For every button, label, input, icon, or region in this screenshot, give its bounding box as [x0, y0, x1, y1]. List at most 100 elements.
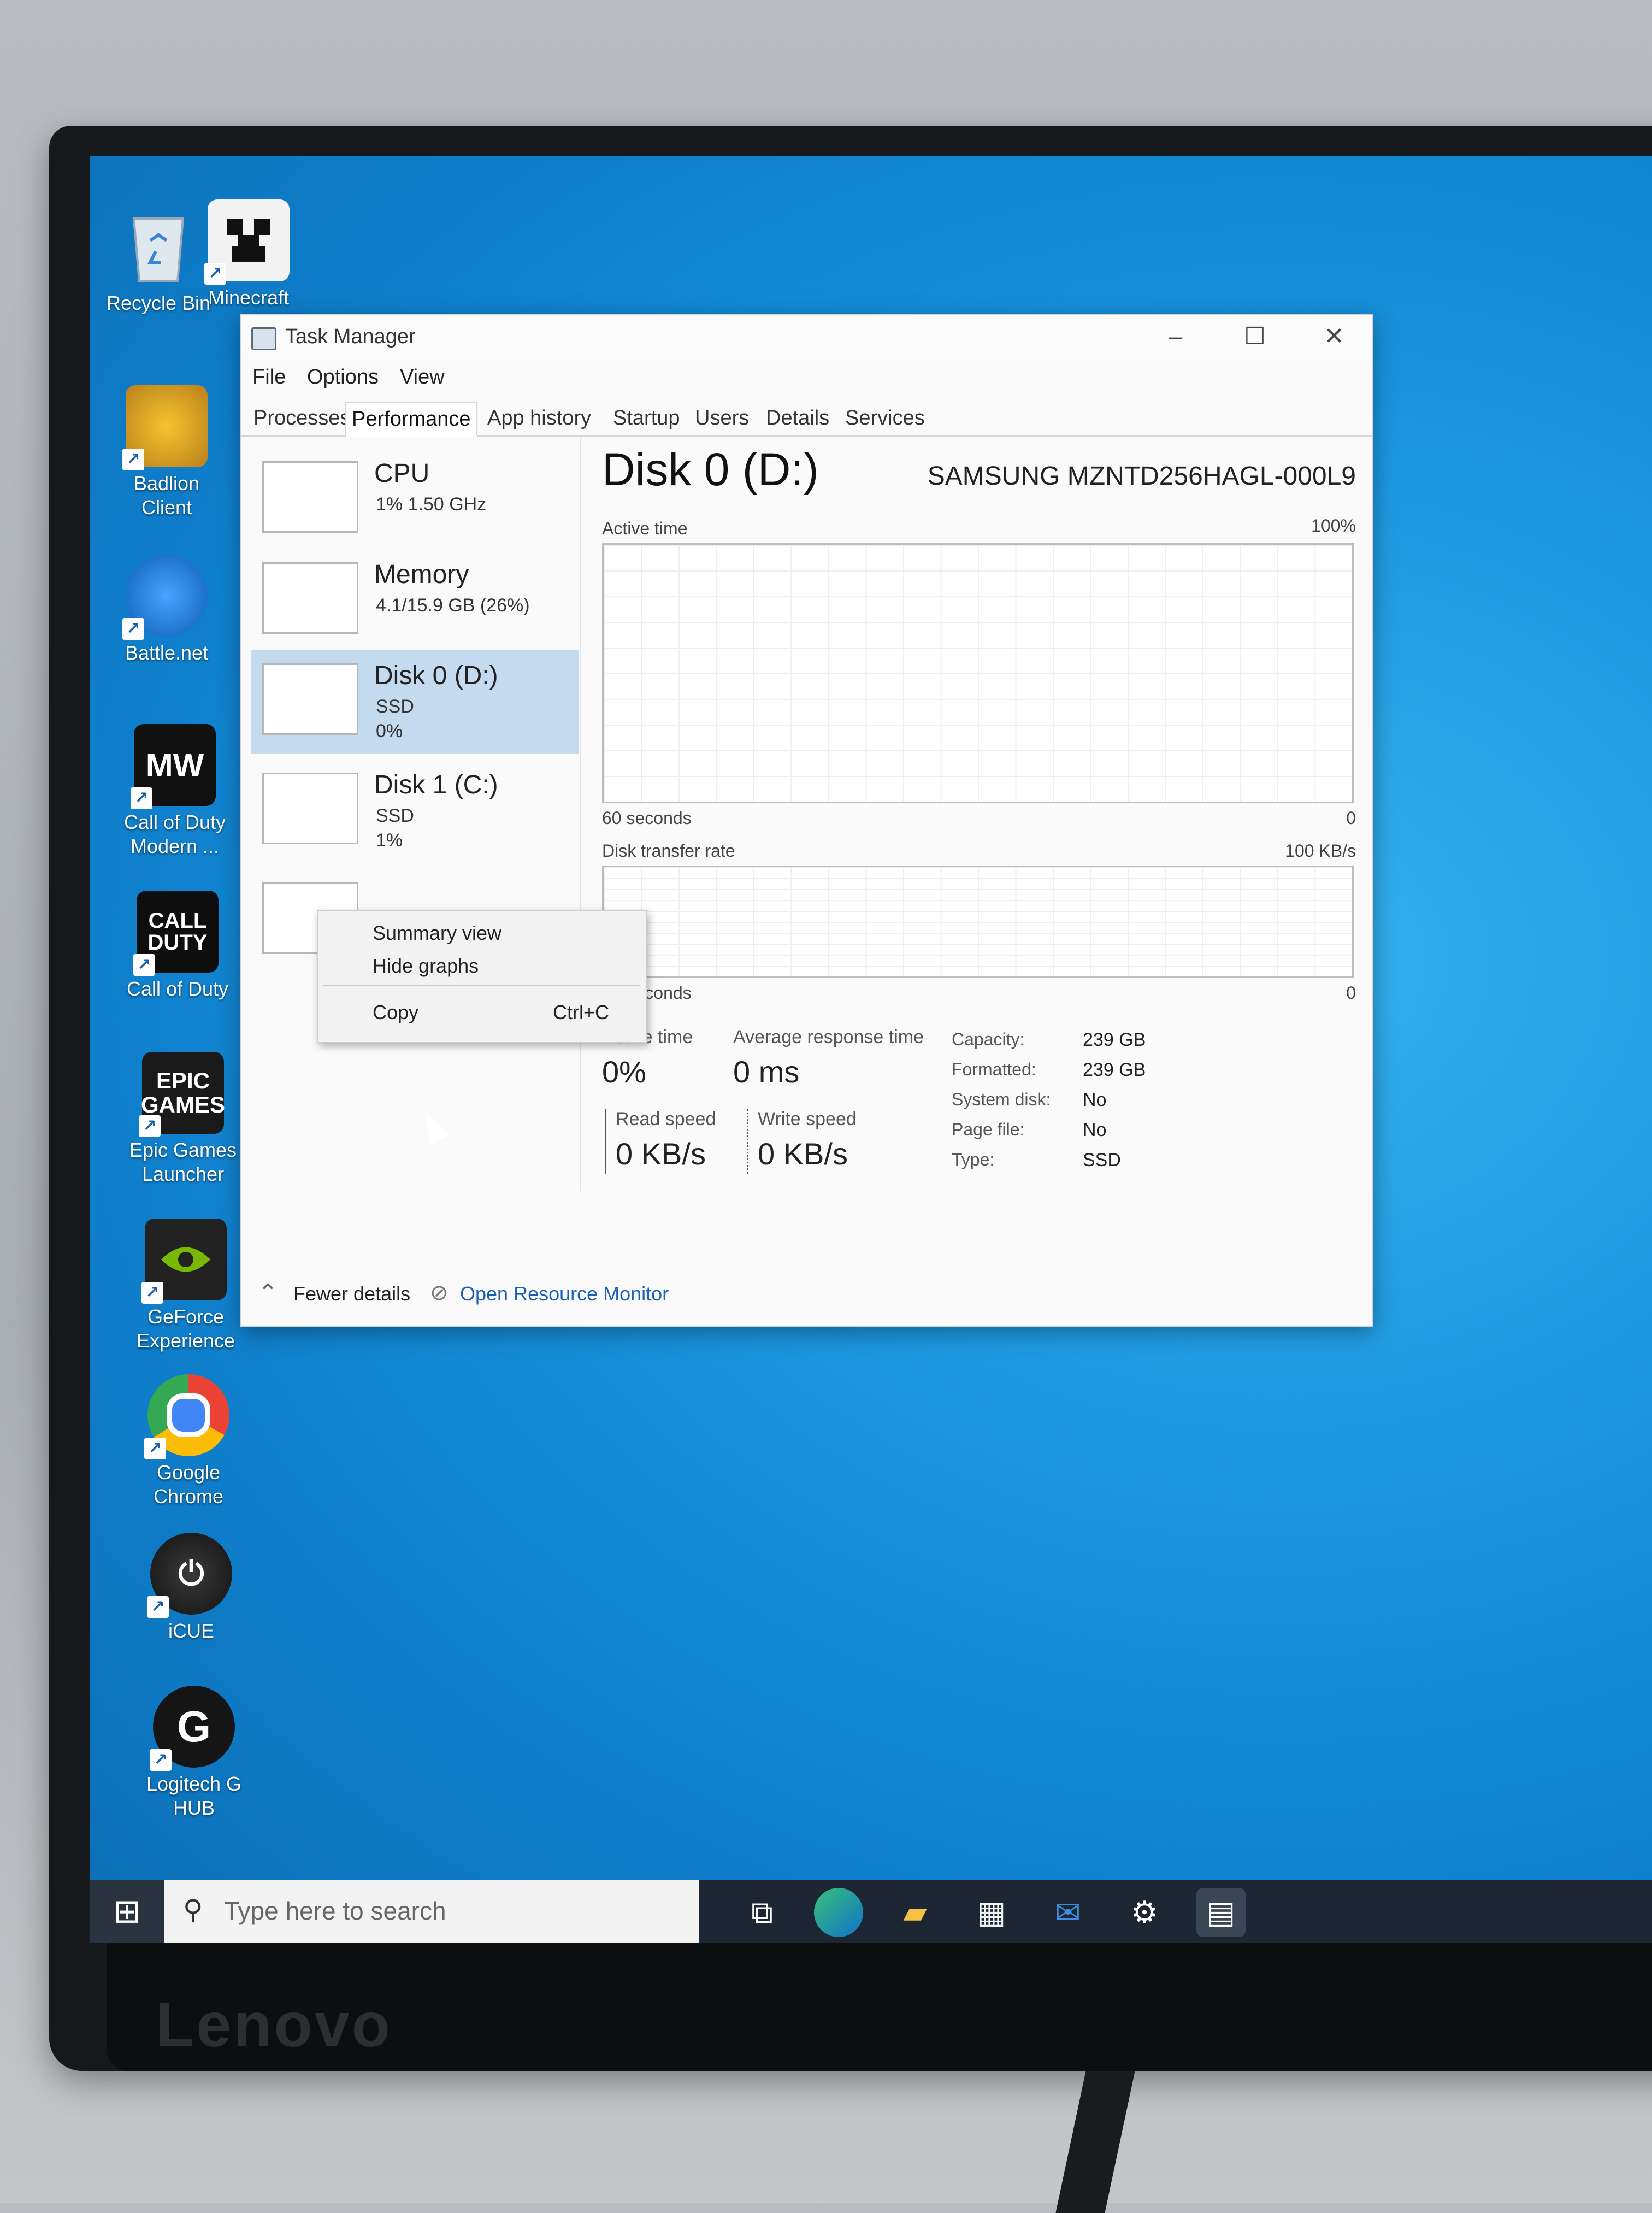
file-explorer-icon[interactable]: ▰	[890, 1888, 940, 1937]
menu-separator	[323, 985, 640, 986]
desktop-icon-icue[interactable]: ⏻ ↗ iCUE	[128, 1533, 254, 1643]
resource-name: Disk 0 (D:)	[374, 661, 498, 690]
prop-key: Page file:	[952, 1120, 1025, 1139]
tab-users[interactable]: Users	[689, 402, 754, 434]
desktop-icon-label: Minecraft	[208, 286, 290, 309]
desktop-icon-cod[interactable]: CALL DUTY ↗ Call of Duty	[115, 891, 240, 1001]
desktop-icon-label: Call of Duty Modern ...	[123, 811, 226, 857]
open-resource-monitor-link[interactable]: Open Resource Monitor	[460, 1282, 669, 1305]
cod-icon: CALL DUTY ↗	[133, 891, 219, 976]
resource-name: CPU	[374, 459, 430, 488]
tab-app-history[interactable]: App history	[482, 402, 597, 434]
read-speed-bar	[605, 1109, 606, 1174]
write-speed-bar	[747, 1109, 748, 1174]
desktop-icon-badlion[interactable]: ↗ Badlion Client	[104, 385, 229, 520]
desktop-icon-logitech[interactable]: G ↗ Logitech G HUB	[131, 1686, 257, 1820]
avg-response-label: Average response time	[733, 1027, 924, 1047]
task-view-icon[interactable]: ⧉	[738, 1888, 787, 1937]
chrome-icon: ↗	[144, 1374, 229, 1459]
graph1-label: Active time	[602, 519, 688, 538]
shortcut-arrow-icon: ↗	[150, 1749, 172, 1771]
tab-processes[interactable]: Processes	[248, 402, 356, 434]
mail-icon[interactable]: ✉	[1043, 1888, 1093, 1937]
minimize-button[interactable]: –	[1137, 317, 1214, 356]
taskbar: ⊞ ⚲ Type here to search ⧉ ▰ ▦ ✉ ⚙ ▤	[90, 1880, 1652, 1943]
graph2-max: 100 KB/s	[1285, 841, 1356, 861]
desktop-icon-label: Epic Games Launcher	[129, 1139, 237, 1185]
taskbar-search-box[interactable]: ⚲ Type here to search	[164, 1880, 699, 1943]
graph1-min: 0	[1346, 808, 1356, 828]
prop-value: 239 GB	[1083, 1060, 1146, 1080]
close-button[interactable]: ✕	[1296, 317, 1372, 356]
disk1-thumbnail-graph	[262, 773, 358, 844]
resource-detail: 4.1/15.9 GB (26%)	[376, 595, 530, 616]
menu-options[interactable]: Options	[307, 366, 379, 389]
fewer-details-link[interactable]: Fewer details	[293, 1282, 410, 1305]
maximize-button[interactable]: ☐	[1217, 317, 1293, 356]
desktop-icon-chrome[interactable]: ↗ Google Chrome	[126, 1374, 251, 1509]
cod-mw-logo-text: MW	[145, 746, 204, 784]
cod-mw-icon: MW ↗	[131, 724, 216, 809]
resource-usage: 1%	[376, 830, 403, 851]
read-speed-label: Read speed	[616, 1109, 716, 1129]
menu-item-hide-graphs[interactable]: Hide graphs	[373, 955, 479, 978]
shortcut-arrow-icon: ↗	[204, 263, 226, 285]
resource-item-disk1[interactable]: Disk 1 (C:) SSD 1%	[251, 759, 579, 863]
shortcut-arrow-icon: ↗	[147, 1596, 169, 1618]
prop-key: Capacity:	[952, 1029, 1025, 1049]
context-menu: Summary view Hide graphs Copy Ctrl+C	[317, 910, 647, 1043]
shortcut-arrow-icon: ↗	[144, 1438, 166, 1459]
store-icon[interactable]: ▦	[967, 1888, 1016, 1937]
tab-startup[interactable]: Startup	[607, 402, 686, 434]
disk-title: Disk 0 (D:)	[602, 444, 819, 495]
menu-bar: File Options View	[241, 359, 1372, 397]
shortcut-arrow-icon: ↗	[139, 1115, 161, 1137]
menu-view[interactable]: View	[400, 366, 445, 389]
graph1-max: 100%	[1311, 516, 1356, 535]
menu-item-copy[interactable]: Copy	[373, 1001, 418, 1024]
desktop-icon-label: Call of Duty	[126, 978, 229, 1000]
prop-key: Formatted:	[952, 1060, 1036, 1079]
tab-performance[interactable]: Performance	[345, 402, 477, 437]
epic-logo-text: EPIC GAMES	[141, 1068, 226, 1117]
prop-key: System disk:	[952, 1090, 1051, 1109]
menu-item-summary-view[interactable]: Summary view	[373, 922, 502, 945]
desktop-icon-cod-modern[interactable]: MW ↗ Call of Duty Modern ...	[112, 724, 238, 858]
desktop-icon-label: iCUE	[168, 1620, 214, 1642]
window-title: Task Manager	[285, 325, 416, 348]
graph2-min: 0	[1346, 983, 1356, 1003]
desktop-icon-geforce[interactable]: ↗ GeForce Experience	[123, 1219, 249, 1353]
chevron-up-icon[interactable]: ⌃	[258, 1279, 278, 1307]
resource-detail: 1% 1.50 GHz	[376, 494, 487, 515]
graph2-label: Disk transfer rate	[602, 841, 735, 861]
task-manager-icon	[251, 327, 276, 350]
desktop-icon-label: Badlion Client	[133, 472, 200, 519]
disk0-thumbnail-graph	[262, 663, 358, 735]
menu-file[interactable]: File	[252, 366, 286, 389]
settings-icon[interactable]: ⚙	[1120, 1888, 1169, 1937]
logitech-icon: G ↗	[150, 1686, 235, 1771]
desktop-icon-battlenet[interactable]: ↗ Battle.net	[104, 555, 229, 665]
resource-name: Disk 1 (C:)	[374, 770, 498, 799]
prop-key: Type:	[952, 1150, 995, 1169]
desktop-icon-label: Logitech G HUB	[146, 1773, 242, 1819]
desktop-icon-epic[interactable]: EPIC GAMES ↗ Epic Games Launcher	[120, 1052, 246, 1186]
resource-item-memory[interactable]: Memory 4.1/15.9 GB (26%)	[251, 549, 579, 652]
resource-item-disk0[interactable]: Disk 0 (D:) SSD 0%	[251, 650, 579, 754]
tab-services[interactable]: Services	[840, 402, 930, 434]
search-icon: ⚲	[183, 1894, 203, 1925]
shortcut-arrow-icon: ↗	[141, 1282, 163, 1304]
start-button[interactable]: ⊞	[90, 1880, 164, 1943]
edge-icon[interactable]	[814, 1888, 863, 1937]
badlion-icon: ↗	[122, 385, 208, 470]
search-placeholder: Type here to search	[224, 1897, 446, 1925]
monitor-brand-logo: Lenovo	[156, 1990, 392, 2060]
memory-thumbnail-graph	[262, 562, 358, 634]
prop-value: 239 GB	[1083, 1029, 1146, 1050]
desktop-icon-label: GeForce Experience	[136, 1305, 235, 1352]
task-manager-icon[interactable]: ▤	[1196, 1888, 1246, 1937]
tab-details[interactable]: Details	[760, 402, 835, 434]
window-footer: ⌃ Fewer details ⊘ Open Resource Monitor	[241, 1266, 1372, 1326]
resource-item-cpu[interactable]: CPU 1% 1.50 GHz	[251, 448, 579, 551]
desktop-icon-minecraft[interactable]: ↗ Minecraft	[186, 199, 311, 310]
